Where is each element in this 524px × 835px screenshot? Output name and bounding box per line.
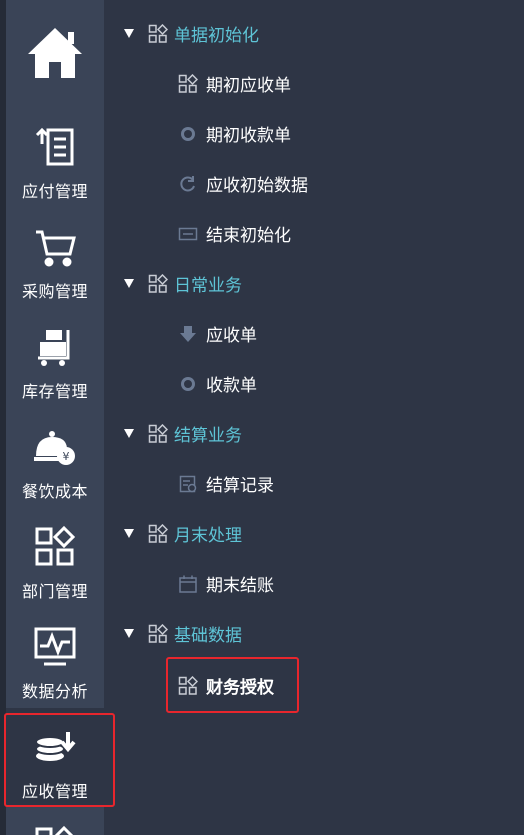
tree-item-label: 期初应收单: [206, 76, 291, 96]
tree-item-label: 应收单: [206, 326, 257, 346]
download-arrow-icon: [178, 324, 198, 344]
tree-item-opening-receivable[interactable]: 期初应收单: [178, 71, 291, 96]
tree-item-period-closing[interactable]: 期末结账: [178, 571, 274, 596]
sidebar-item-label: 部门管理: [21, 582, 88, 601]
end-box-icon: [178, 224, 198, 244]
grid-icon: [148, 523, 168, 544]
inventory-cart-icon: [30, 322, 80, 372]
department-grid-icon: [30, 522, 80, 572]
tree-item-receipt-bill[interactable]: 收款单: [178, 371, 257, 396]
tree-item-label: 期末结账: [206, 576, 274, 596]
tree-item-label: 收款单: [206, 376, 257, 396]
highlight-box-finance-authorization: [166, 657, 299, 713]
sidebar-item-home[interactable]: [6, 8, 104, 106]
caret-down-icon: [124, 279, 134, 288]
sidebar-item-label: 餐饮成本: [21, 482, 88, 501]
caret-down-icon: [124, 529, 134, 538]
svg-text:¥: ¥: [63, 450, 70, 463]
coin-icon: [178, 374, 198, 394]
caret-down-icon: [124, 429, 134, 438]
tree-item-label: 期初收款单: [206, 126, 291, 146]
calendar-icon: [178, 574, 198, 594]
tree-item-receivable-bill[interactable]: 应收单: [178, 321, 257, 346]
sidebar-item-label: 数据分析: [21, 682, 88, 701]
record-icon: [178, 474, 198, 494]
tree-item-opening-receipt[interactable]: 期初收款单: [178, 121, 291, 146]
caret-down-icon: [124, 29, 134, 38]
tree-group-month-end[interactable]: 月末处理: [124, 521, 242, 546]
tree-group-document-init[interactable]: 单据初始化: [124, 21, 259, 46]
home-icon: [22, 20, 88, 86]
grid-icon: [148, 623, 168, 644]
sidebar-item-catering-cost[interactable]: ¥ 餐饮成本: [6, 408, 104, 506]
refresh-icon: [178, 174, 198, 194]
sidebar-item-purchase[interactable]: 采购管理: [6, 208, 104, 306]
grid-icon: [148, 423, 168, 444]
grid-icon: [148, 273, 168, 294]
sidebar-item-inventory[interactable]: 库存管理: [6, 308, 104, 406]
highlight-box-sidebar: [4, 713, 115, 807]
sidebar-item-department[interactable]: 部门管理: [6, 508, 104, 606]
tree-item-label: 应收初始数据: [206, 176, 308, 196]
tree-group-label: 基础数据: [174, 626, 242, 646]
tree-item-label: 结束初始化: [206, 226, 291, 246]
sidebar-item-data-analysis[interactable]: 数据分析: [6, 608, 104, 706]
tree-group-label: 日常业务: [174, 276, 242, 296]
sidebar-item-label: 采购管理: [21, 282, 88, 301]
tree-group-daily-business[interactable]: 日常业务: [124, 271, 242, 296]
tree-item-end-init[interactable]: 结束初始化: [178, 221, 291, 246]
tree-group-basic-data[interactable]: 基础数据: [124, 621, 242, 646]
payable-icon: [30, 122, 80, 172]
tree-item-settlement-record[interactable]: 结算记录: [178, 471, 274, 496]
sidebar: 应付管理 采购管理 库存管理 ¥ 餐饮成本 部门管理 数据分析 应收管理: [6, 0, 104, 835]
sidebar-item-more[interactable]: [6, 808, 104, 835]
sidebar-item-label: 库存管理: [21, 382, 88, 401]
cloche-yen-icon: ¥: [30, 422, 80, 472]
tree-item-label: 结算记录: [206, 476, 274, 496]
grid-icon: [178, 73, 198, 94]
chart-monitor-icon: [30, 622, 80, 672]
caret-down-icon: [124, 629, 134, 638]
cart-icon: [30, 222, 80, 272]
grid-icon: [148, 23, 168, 44]
tree-group-label: 结算业务: [174, 426, 242, 446]
tree-group-label: 月末处理: [174, 526, 242, 546]
coin-icon: [178, 124, 198, 144]
sidebar-item-label: 应付管理: [21, 182, 88, 201]
tree-group-settlement[interactable]: 结算业务: [124, 421, 242, 446]
tree-item-receivable-init-data[interactable]: 应收初始数据: [178, 171, 308, 196]
tree-group-label: 单据初始化: [174, 26, 259, 46]
grid-icon: [30, 824, 80, 835]
sidebar-item-payable[interactable]: 应付管理: [6, 108, 104, 206]
